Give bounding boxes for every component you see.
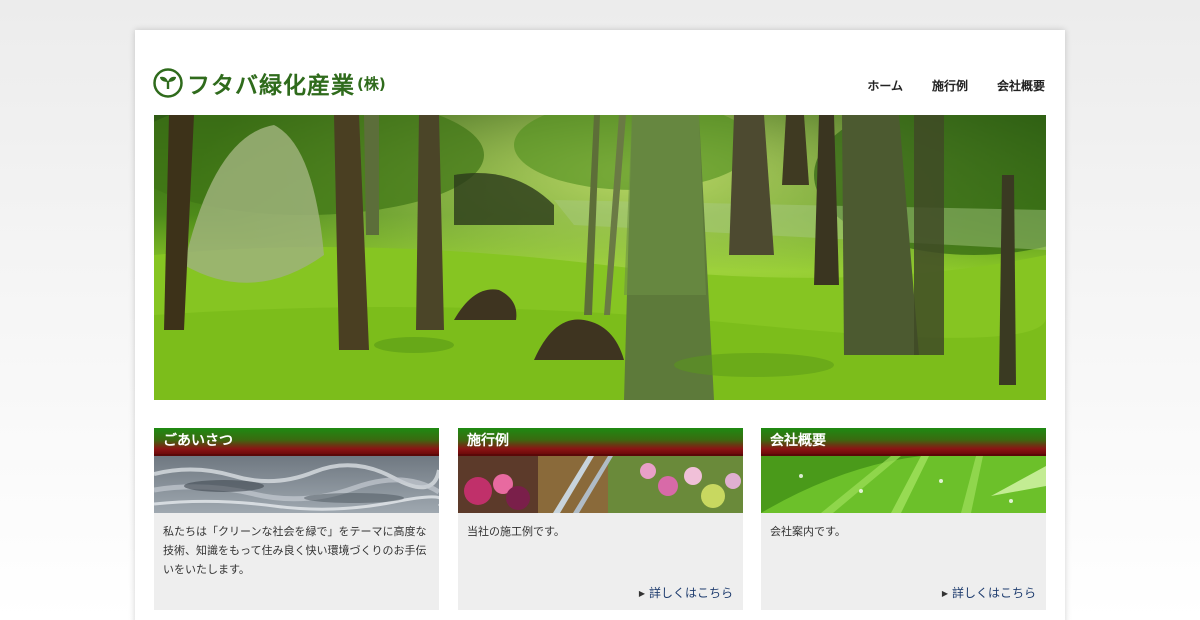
leaf-closeup-image [761, 456, 1046, 513]
triangle-right-icon: ▶ [941, 589, 948, 598]
water-image [154, 456, 439, 513]
nav-item-home[interactable]: ホーム [867, 77, 903, 94]
logo-suffix: (株) [357, 74, 386, 93]
main-nav: ホーム 施行例 会社概要 [838, 77, 1045, 94]
nav-item-works[interactable]: 施行例 [932, 77, 968, 94]
card-company: 会社概要 会社案内です。 ▶ 詳しくはこちら [761, 428, 1046, 610]
site-logo[interactable]: フタバ緑化産業 (株) [153, 68, 386, 99]
details-link[interactable]: ▶ 詳しくはこちら [639, 584, 733, 601]
card-title: 会社概要 [761, 428, 1046, 456]
triangle-right-icon: ▶ [638, 589, 645, 598]
garden-flowers-image [458, 456, 743, 513]
card-greeting: ごあいさつ 私たちは「クリーンな社会を緑で」をテーマに高度な技術、知識をもって住… [154, 428, 439, 610]
page-container: フタバ緑化産業 (株) ホーム 施行例 会社概要 ごあいさつ 私たちは「クリーン… [135, 30, 1065, 620]
card-works: 施行例 当社の施工例です。 ▶ 詳しくはこちら [458, 428, 743, 610]
details-link[interactable]: ▶ 詳しくはこちら [942, 584, 1036, 601]
card-description: 当社の施工例です。 [467, 525, 565, 538]
details-link-label: 詳しくはこちら [951, 586, 1036, 600]
logo-text: フタバ緑化産業 [187, 73, 355, 99]
details-link-label: 詳しくはこちら [648, 586, 733, 600]
card-title: 施行例 [458, 428, 743, 456]
card-description: 私たちは「クリーンな社会を緑で」をテーマに高度な技術、知識をもって住み良く快い環… [163, 525, 427, 576]
hero-forest-image [154, 115, 1046, 400]
card-title: ごあいさつ [154, 428, 439, 456]
card-description: 会社案内です。 [770, 525, 846, 538]
nav-item-company[interactable]: 会社概要 [997, 77, 1045, 94]
leaf-logo-icon [153, 68, 183, 98]
